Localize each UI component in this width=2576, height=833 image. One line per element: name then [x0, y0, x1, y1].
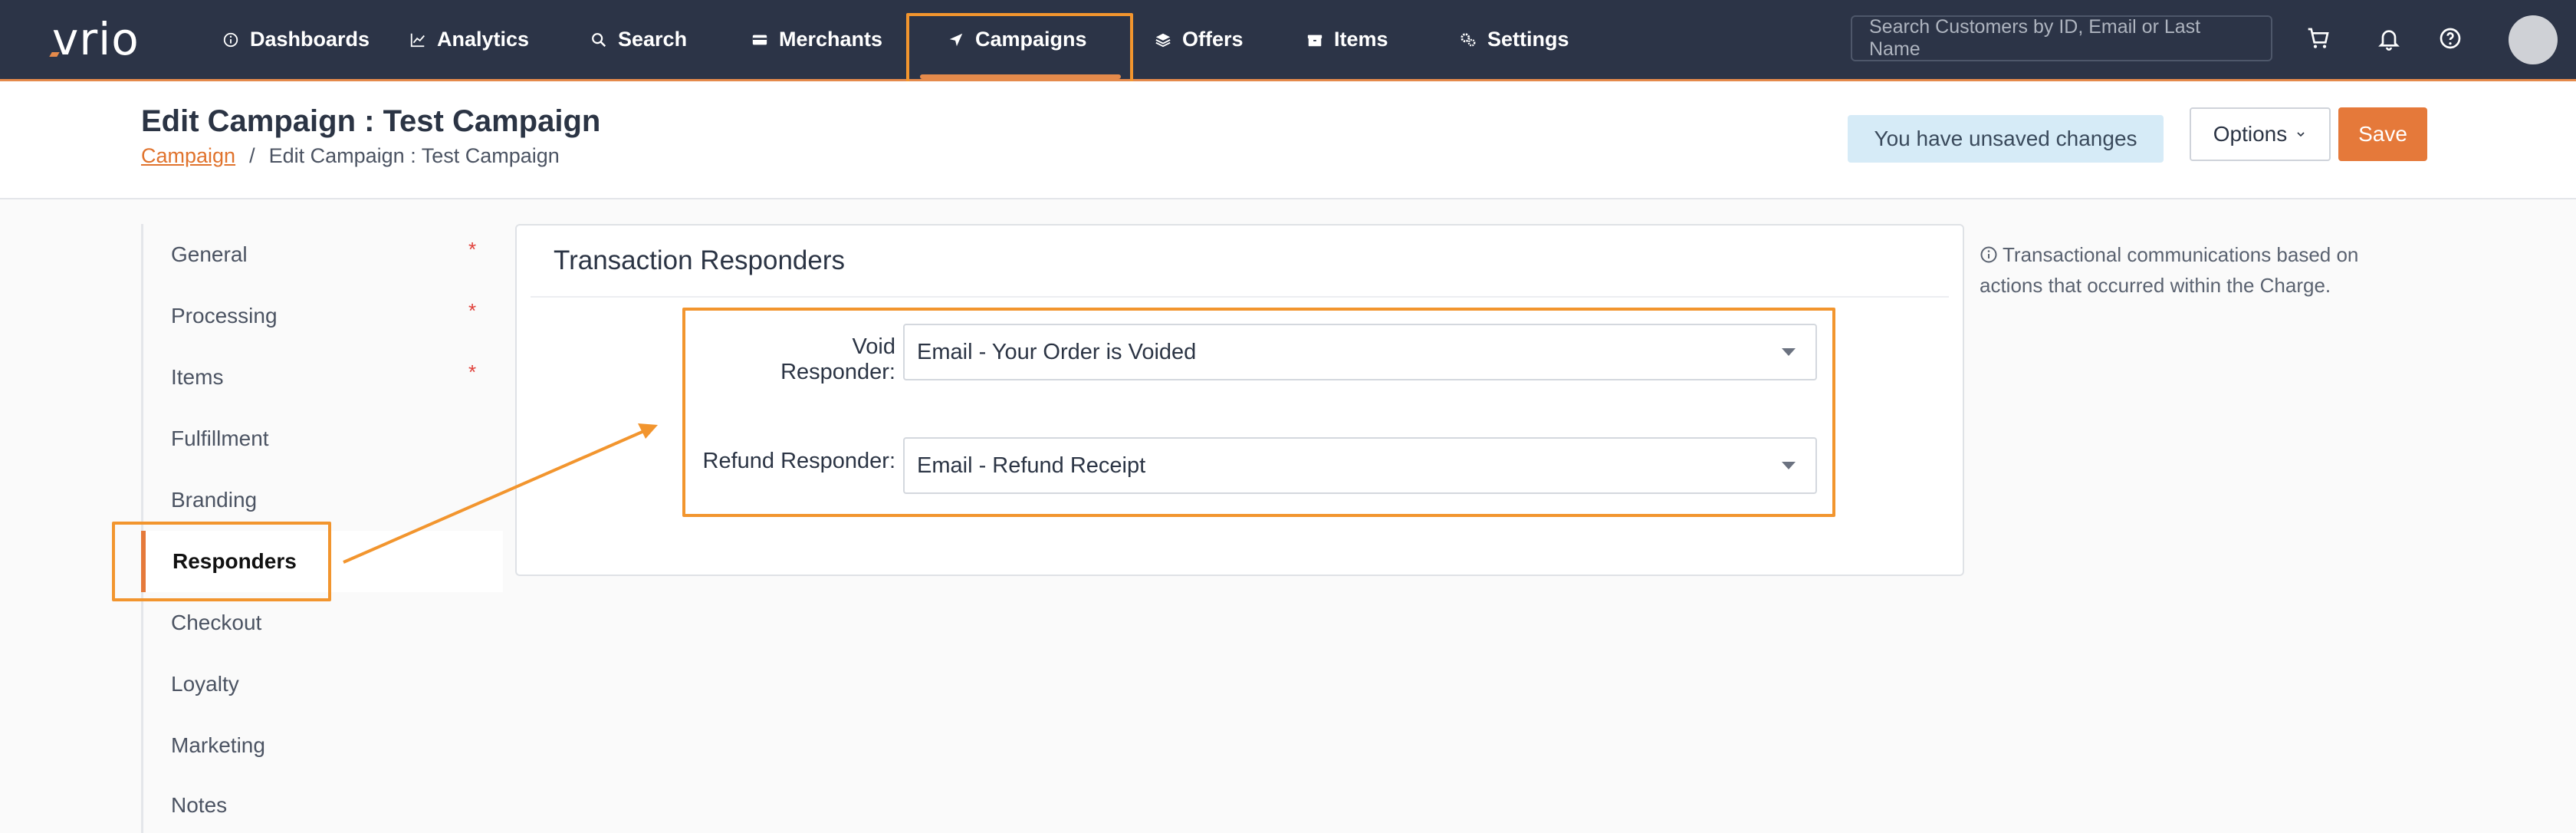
breadcrumb-campaign-link[interactable]: Campaign — [141, 144, 235, 168]
search-icon — [592, 32, 606, 47]
sidebar-item-processing[interactable]: Processing * — [143, 285, 505, 347]
sidebar-item-label: Loyalty — [171, 672, 239, 696]
paper-plane-icon — [949, 33, 963, 46]
void-responder-label: Void Responder: — [780, 334, 895, 384]
info-circle-icon — [1980, 246, 1997, 263]
sidebar-item-label: Fulfillment — [171, 426, 269, 450]
sidebar-item-label: Branding — [171, 488, 258, 512]
nav-label: Dashboards — [250, 28, 370, 51]
nav-label: Analytics — [437, 28, 530, 51]
help-icon[interactable] — [2435, 23, 2466, 54]
sidebar-item-label: Checkout — [171, 611, 262, 634]
sidebar-item-general[interactable]: General * — [143, 224, 505, 285]
nav-item-settings[interactable]: Settings — [1460, 0, 1569, 79]
nav-label: Items — [1334, 28, 1388, 51]
sidebar-item-label: Items — [171, 365, 224, 389]
required-marker: * — [468, 238, 477, 261]
breadcrumb-separator: / — [249, 144, 255, 167]
dropdown-caret-icon — [1782, 348, 1796, 356]
nav-item-campaigns[interactable]: Campaigns — [948, 0, 1087, 79]
refund-responder-select[interactable]: Email - Refund Receipt — [903, 437, 1817, 494]
info-circle-icon — [223, 32, 238, 47]
required-marker: * — [468, 361, 477, 384]
sidebar-item-branding[interactable]: Branding — [143, 469, 505, 531]
sidebar-item-label: Marketing — [171, 733, 265, 757]
save-button[interactable]: Save — [2338, 107, 2427, 161]
unsaved-changes-notice: You have unsaved changes — [1848, 115, 2164, 163]
panel-divider — [531, 296, 1949, 298]
box-icon — [1307, 35, 1322, 46]
required-marker: * — [468, 299, 477, 322]
options-label: Options — [2213, 122, 2288, 146]
active-nav-indicator — [920, 74, 1121, 79]
nav-label: Search — [618, 28, 688, 51]
campaign-section-nav: General * Processing * Items * Fulfillme… — [141, 224, 503, 833]
line-chart-icon — [410, 33, 425, 47]
sidebar-item-label: Notes — [171, 793, 228, 817]
transaction-responders-panel: Transaction Responders Void Responder: E… — [515, 224, 1964, 576]
sidebar-item-label: Processing — [171, 304, 278, 328]
sidebar-item-notes[interactable]: Notes — [143, 775, 505, 833]
panel-title: Transaction Responders — [554, 245, 846, 275]
options-button[interactable]: Options — [2190, 107, 2331, 161]
page: vrio Dashboards Analytics Search Merchan… — [0, 0, 2576, 833]
page-header: Edit Campaign : Test Campaign Campaign /… — [0, 81, 2576, 199]
nav-label: Settings — [1487, 28, 1569, 51]
refund-responder-label: Refund Responder: — [702, 449, 896, 473]
nav-item-items[interactable]: Items — [1306, 0, 1388, 79]
bell-icon[interactable] — [2374, 23, 2404, 54]
dropdown-caret-icon — [1782, 462, 1796, 469]
nav-item-dashboards[interactable]: Dashboards — [222, 0, 370, 79]
nav-item-analytics[interactable]: Analytics — [409, 0, 529, 79]
nav-item-offers[interactable]: Offers — [1155, 0, 1244, 79]
sidebar-item-fulfillment[interactable]: Fulfillment — [143, 408, 505, 469]
help-text: Transactional communications based on ac… — [1980, 239, 2409, 301]
sidebar-item-loyalty[interactable]: Loyalty — [143, 654, 505, 715]
sidebar-item-responders[interactable]: Responders — [141, 531, 503, 592]
search-placeholder: Search Customers by ID, Email or Last Na… — [1869, 16, 2201, 60]
logo-text: vrio — [52, 13, 140, 65]
void-responder-value: Email - Your Order is Voided — [917, 339, 1197, 364]
breadcrumb: Campaign / Edit Campaign : Test Campaign — [141, 144, 560, 168]
sidebar-item-label: General — [171, 242, 248, 266]
cart-icon[interactable] — [2303, 23, 2334, 54]
user-avatar[interactable] — [2509, 15, 2558, 64]
help-text-content: Transactional communications based on ac… — [1980, 243, 2359, 297]
nav-label: Campaigns — [975, 28, 1087, 51]
nav-label: Offers — [1182, 28, 1244, 51]
gears-icon — [1460, 32, 1476, 47]
nav-item-search[interactable]: Search — [590, 0, 687, 79]
top-navigation-bar: vrio Dashboards Analytics Search Merchan… — [0, 0, 2576, 81]
vrio-logo[interactable]: vrio — [49, 17, 140, 61]
sidebar-item-label: Responders — [172, 549, 297, 573]
sidebar-item-marketing[interactable]: Marketing — [143, 715, 505, 776]
void-responder-select[interactable]: Email - Your Order is Voided — [903, 324, 1817, 380]
nav-label: Merchants — [779, 28, 883, 51]
chevron-down-icon — [2297, 132, 2305, 137]
sidebar-item-checkout[interactable]: Checkout — [143, 592, 505, 654]
customer-search-input[interactable]: Search Customers by ID, Email or Last Na… — [1851, 15, 2272, 61]
breadcrumb-current: Edit Campaign : Test Campaign — [268, 144, 560, 167]
nav-item-merchants[interactable]: Merchants — [751, 0, 882, 79]
page-title: Edit Campaign : Test Campaign — [141, 104, 601, 138]
refund-responder-value: Email - Refund Receipt — [917, 453, 1146, 478]
credit-card-icon — [752, 35, 767, 44]
sidebar-item-items[interactable]: Items * — [143, 347, 505, 408]
layers-icon — [1155, 33, 1171, 47]
